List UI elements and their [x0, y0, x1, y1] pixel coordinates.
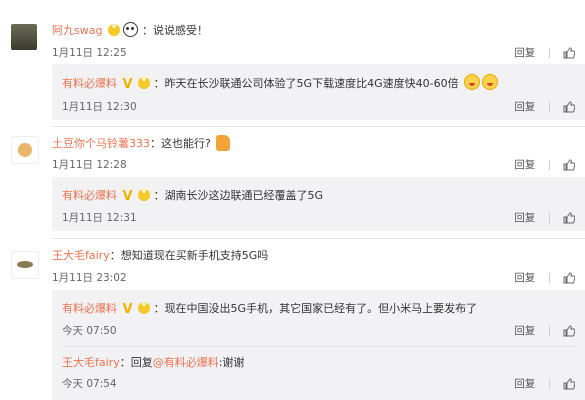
reply-text: 湖南长沙这边联通已经覆盖了5G	[164, 189, 324, 202]
like-icon	[563, 158, 575, 170]
divider	[548, 159, 550, 170]
cartoon-avatar-icon	[18, 143, 32, 157]
like-icon	[563, 211, 575, 223]
comment-time: 1月11日 23:02	[52, 272, 127, 284]
reply-time: 1月11日 12:30	[62, 101, 137, 113]
like-button[interactable]	[563, 377, 575, 390]
divider	[548, 325, 550, 336]
divider	[548, 101, 550, 112]
avatar[interactable]	[11, 24, 37, 50]
reply-button[interactable]: 回复	[514, 45, 535, 60]
laughing-emoji-icon	[464, 74, 481, 90]
comment-text: 这也能行?	[161, 137, 211, 150]
comment-colon: ：	[141, 24, 153, 37]
verified-badge-icon: V	[122, 77, 133, 92]
reply-button[interactable]: 回复	[514, 270, 535, 285]
like-icon	[563, 324, 575, 336]
divider	[548, 212, 550, 223]
comment-divider	[52, 238, 585, 239]
avatar[interactable]	[11, 136, 39, 164]
reply-time: 今天 07:54	[62, 378, 117, 390]
reply-colon: ：	[153, 77, 165, 90]
comment-colon: ：	[150, 137, 161, 150]
like-icon	[563, 377, 575, 389]
like-button[interactable]	[563, 158, 575, 171]
like-button[interactable]	[563, 211, 575, 224]
like-icon	[563, 100, 575, 112]
reply-username[interactable]: 有料必爆料	[62, 189, 117, 202]
reply-colon: ：	[153, 302, 165, 315]
divider	[548, 47, 550, 58]
reply-button[interactable]: 回复	[514, 210, 535, 225]
reply-button[interactable]: 回复	[514, 323, 535, 338]
comment-time: 1月11日 12:28	[52, 159, 127, 171]
reply-button[interactable]: 回复	[514, 376, 535, 391]
thumbs-up-emoji-icon	[216, 135, 231, 151]
like-button[interactable]	[563, 46, 575, 59]
reply-box: 有料必爆料 V ：昨天在长沙联通公司体验了5G下载速度比4G速度快40-60倍 …	[52, 64, 585, 120]
comment-time: 1月11日 12:25	[52, 47, 127, 59]
comment-username[interactable]: 阿九swag	[52, 24, 102, 37]
reply-button[interactable]: 回复	[514, 99, 535, 114]
comment-text: 说说感受！	[152, 24, 208, 37]
verified-badge-icon	[107, 21, 120, 36]
verified-badge-icon: V	[122, 189, 133, 204]
reply-username[interactable]: 有料必爆料	[62, 77, 117, 90]
reply-time: 1月11日 12:31	[62, 212, 137, 224]
reply-time: 今天 07:50	[62, 325, 117, 337]
gold-badge-icon	[138, 186, 151, 201]
like-icon	[563, 271, 575, 283]
comment-username[interactable]: 土豆你个马铃薯333	[52, 137, 150, 150]
panda-emoji-icon	[123, 22, 139, 37]
like-button[interactable]	[563, 100, 575, 113]
reply-box: 有料必爆料 V ：湖南长沙这边联通已经覆盖了5G 1月11日 12:31 回复	[52, 177, 585, 231]
reply-username[interactable]: 王大毛fairy	[62, 356, 120, 369]
reply-colon: ：	[153, 189, 165, 202]
reply-box: 有料必爆料 V ：现在中国没出5G手机，其它国家已经有了。但小米马上要发布了 今…	[52, 290, 585, 400]
divider	[548, 378, 550, 389]
comment-colon: ：	[109, 249, 121, 262]
reply-prefix: 回复	[130, 356, 153, 369]
avatar[interactable]	[11, 251, 39, 279]
laughing-emoji-icon	[482, 74, 499, 90]
like-icon	[563, 46, 575, 58]
cartoon-avatar-icon	[17, 261, 33, 268]
gold-badge-icon	[138, 299, 151, 314]
like-button[interactable]	[563, 271, 575, 284]
reply-text: 昨天在长沙联通公司体验了5G下载速度比4G速度快40-60倍	[164, 77, 459, 90]
comment-text: 想知道现在买新手机支持5G吗	[120, 249, 269, 262]
reply-text: 现在中国没出5G手机，其它国家已经有了。但小米马上要发布了	[164, 302, 478, 315]
mention-link[interactable]: @有料必爆料	[153, 356, 219, 369]
divider	[548, 272, 550, 283]
gold-badge-icon	[138, 74, 151, 89]
reply-colon: ：	[119, 356, 131, 369]
reply-username[interactable]: 有料必爆料	[62, 302, 117, 315]
reply-text: :谢谢	[218, 356, 245, 369]
reply-divider	[62, 346, 575, 347]
comment-divider	[52, 126, 585, 127]
comment-username[interactable]: 王大毛fairy	[52, 249, 110, 262]
verified-badge-icon: V	[122, 302, 133, 317]
like-button[interactable]	[563, 324, 575, 337]
reply-button[interactable]: 回复	[514, 157, 535, 172]
